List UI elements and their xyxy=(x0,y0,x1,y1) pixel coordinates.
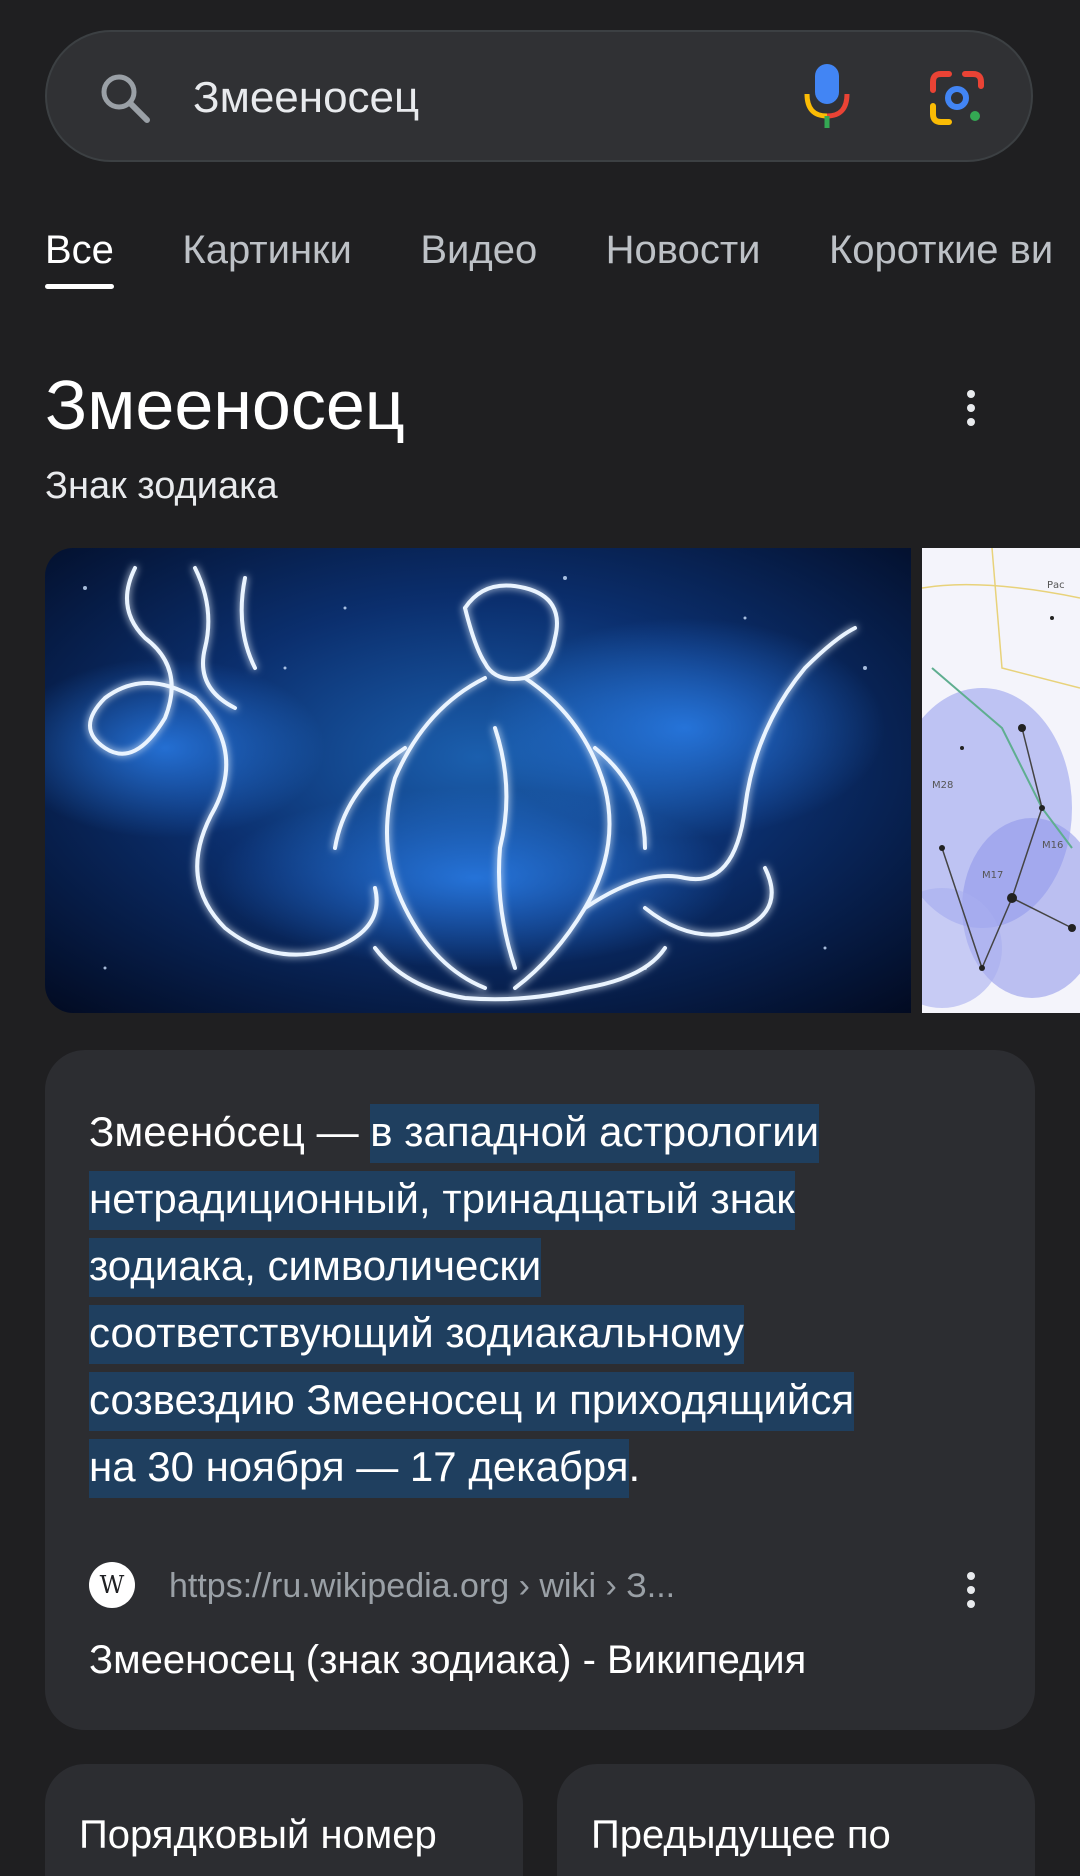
search-tabs: Все Картинки Видео Новости Короткие ви xyxy=(45,222,1080,292)
star-chart-illustration: Рас M28 M16 M17 xyxy=(922,548,1080,1013)
attribute-card-label: Порядковый номер xyxy=(79,1813,437,1857)
tab-short-videos[interactable]: Короткие ви xyxy=(829,222,1053,278)
source-title-link[interactable]: Змееносец (знак зодиака) - Википедия xyxy=(89,1634,806,1686)
description-card: Змеено́сец — в западной астрологии нетрад… xyxy=(45,1050,1035,1730)
description-lead: Змеено́сец — xyxy=(89,1108,371,1155)
svg-text:M16: M16 xyxy=(1042,840,1063,851)
search-input[interactable]: Змееносец xyxy=(193,70,419,126)
knowledge-panel-title: Змееносец xyxy=(45,366,405,444)
description-text: Змеено́сец — в западной астрологии нетрад… xyxy=(89,1098,989,1500)
star-chart-image[interactable]: Рас M28 M16 M17 xyxy=(922,548,1080,1013)
svg-text:M28: M28 xyxy=(932,780,953,791)
tab-all[interactable]: Все xyxy=(45,222,114,289)
description-highlight: в западной астрологии нетрадиционный, три… xyxy=(89,1104,855,1498)
more-options-icon[interactable] xyxy=(951,378,991,438)
ophiuchus-constellation-illustration xyxy=(45,548,911,1013)
ophiuchus-image[interactable] xyxy=(45,548,911,1013)
attribute-card-ordinal-number[interactable]: Порядковый номер xyxy=(45,1764,523,1876)
source-more-options-icon[interactable] xyxy=(951,1560,991,1620)
tab-video[interactable]: Видео xyxy=(420,222,537,278)
source-url[interactable]: https://ru.wikipedia.org › wiki › З... xyxy=(169,1564,675,1608)
knowledge-panel-subtitle: Знак зодиака xyxy=(45,465,278,507)
search-icon[interactable] xyxy=(97,70,153,126)
microphone-icon[interactable] xyxy=(797,60,857,132)
attribute-card-previous[interactable]: Предыдущее по порядку xyxy=(557,1764,1035,1876)
google-lens-icon[interactable] xyxy=(927,68,987,128)
wikipedia-favicon-icon: W xyxy=(89,1562,135,1608)
search-results-page: Змееносец Все Картинки Видео Новости Кор… xyxy=(0,0,1080,1876)
attribute-card-label: Предыдущее по порядку xyxy=(591,1813,891,1876)
description-tail: . xyxy=(628,1443,641,1490)
svg-text:M17: M17 xyxy=(982,870,1003,881)
search-bar[interactable]: Змееносец xyxy=(45,30,1033,162)
tab-news[interactable]: Новости xyxy=(606,222,761,278)
tab-images[interactable]: Картинки xyxy=(182,222,352,278)
svg-text:Рас: Рас xyxy=(1047,580,1065,591)
